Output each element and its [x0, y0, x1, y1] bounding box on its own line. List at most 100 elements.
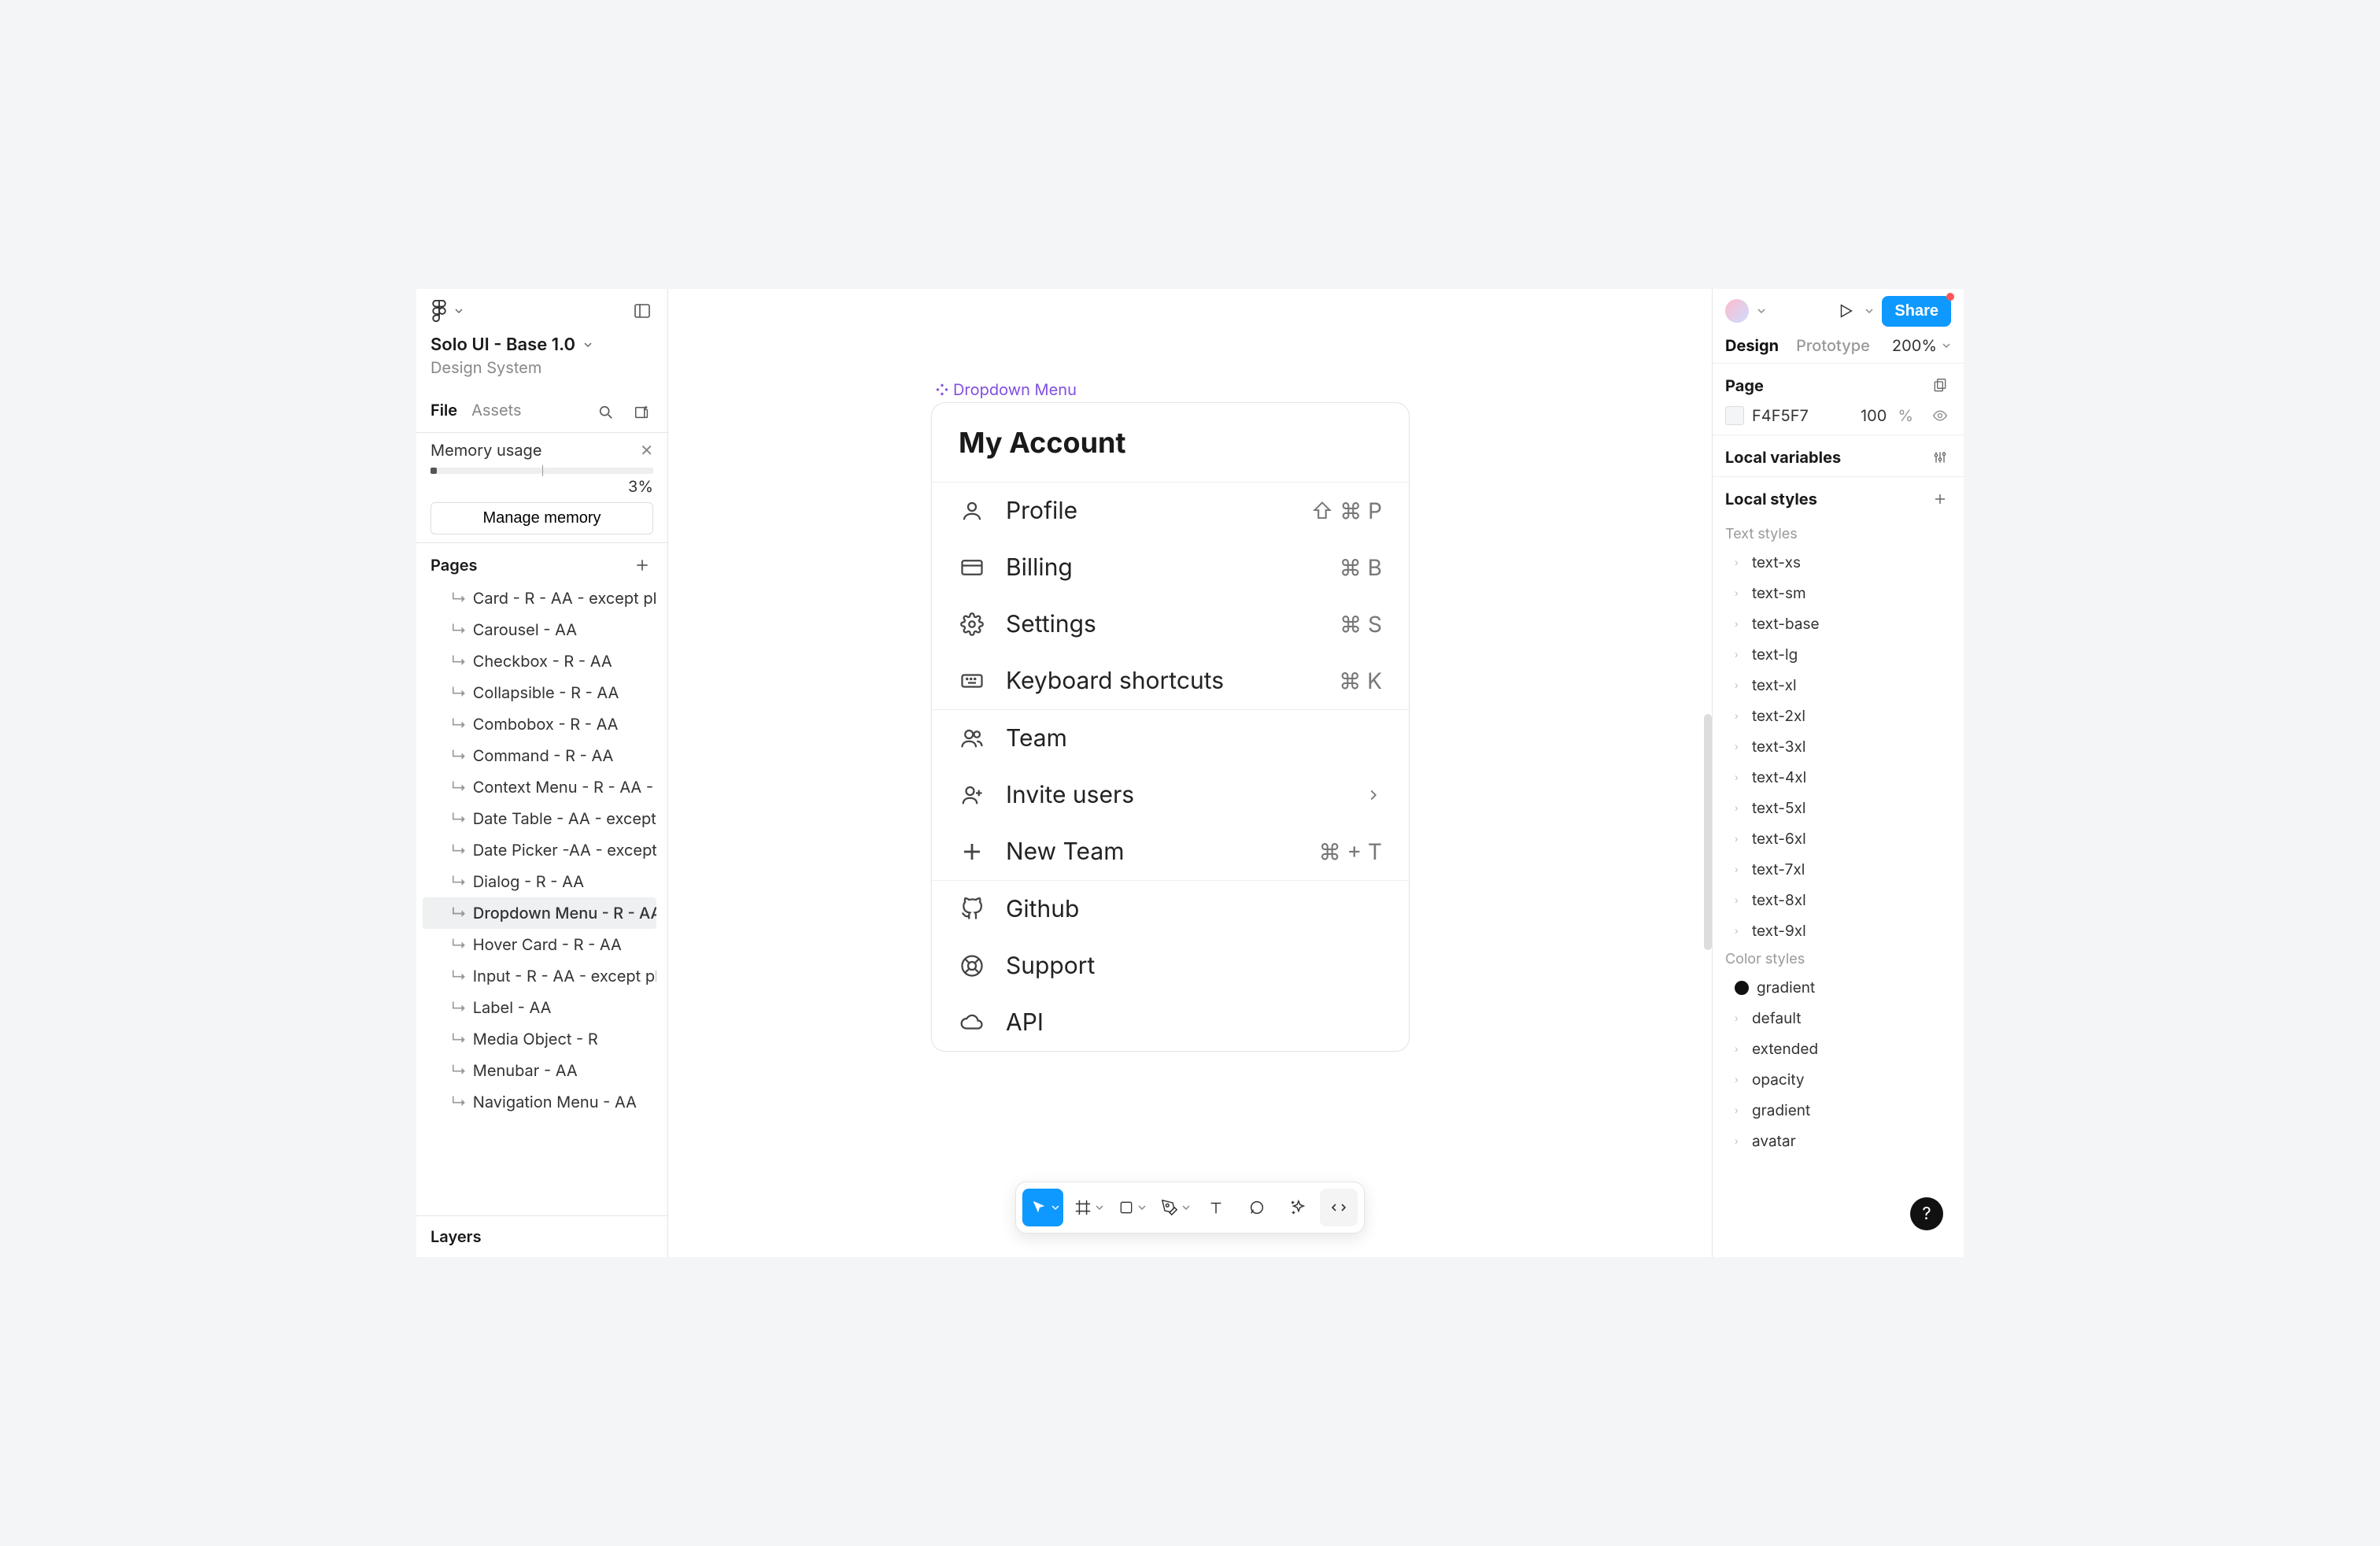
tab-prototype[interactable]: Prototype: [1796, 336, 1870, 355]
color-style-item[interactable]: ›extended: [1713, 1034, 1964, 1064]
move-tool[interactable]: [1022, 1189, 1063, 1226]
canvas[interactable]: Dropdown Menu My Account Profile⇧ ⌘ PBil…: [668, 289, 1712, 1257]
arrow-icon: ↳: [451, 746, 467, 765]
menu-item[interactable]: Team: [932, 710, 1409, 767]
page-item[interactable]: ↳Date Table - AA - except placeh…: [423, 803, 656, 834]
menu-item[interactable]: New Team⌘ + T: [932, 823, 1409, 880]
text-styles-heading: Text styles: [1713, 521, 1964, 547]
arrow-icon: ↳: [451, 998, 467, 1017]
style-item-label: default: [1752, 1009, 1801, 1027]
text-style-item[interactable]: ›text-6xl: [1713, 823, 1964, 854]
add-page-button[interactable]: [631, 554, 653, 576]
page-item[interactable]: ↳Media Object - R: [423, 1023, 656, 1055]
text-style-item[interactable]: ›text-8xl: [1713, 885, 1964, 915]
chevron-down-icon[interactable]: [1864, 306, 1874, 316]
visibility-toggle-icon[interactable]: [1929, 405, 1951, 427]
search-icon[interactable]: [595, 401, 617, 423]
text-style-item[interactable]: ›text-xs: [1713, 547, 1964, 578]
export-page-icon[interactable]: [1929, 375, 1951, 397]
share-button[interactable]: Share: [1882, 296, 1951, 327]
comment-tool[interactable]: [1238, 1189, 1276, 1226]
shape-tool[interactable]: [1111, 1189, 1150, 1226]
page-item[interactable]: ↳Collapsible - R - AA: [423, 677, 656, 708]
text-tool[interactable]: [1197, 1189, 1235, 1226]
page-item[interactable]: ↳Combobox - R - AA: [423, 708, 656, 740]
color-style-item[interactable]: ›opacity: [1713, 1064, 1964, 1095]
dev-mode-toggle[interactable]: [1320, 1189, 1358, 1226]
page-item[interactable]: ↳Input - R - AA - except placehol…: [423, 960, 656, 992]
page-item-label: Checkbox - R - AA: [473, 652, 612, 671]
app-frame: Solo UI - Base 1.0 Design System File As…: [416, 289, 1964, 1257]
file-project[interactable]: Design System: [431, 358, 653, 377]
tab-assets[interactable]: Assets: [471, 401, 521, 424]
menu-item[interactable]: Invite users: [932, 767, 1409, 823]
page-item[interactable]: ↳Date Picker -AA - except disabl…: [423, 834, 656, 866]
style-item-label: text-xs: [1752, 553, 1801, 571]
page-item[interactable]: ↳Navigation Menu - AA: [423, 1086, 656, 1118]
color-style-item[interactable]: ›avatar: [1713, 1126, 1964, 1156]
panel-layout-icon[interactable]: [631, 300, 653, 322]
add-page-icon[interactable]: [631, 401, 653, 423]
tab-file[interactable]: File: [431, 401, 457, 424]
page-item[interactable]: ↳Dropdown Menu - R - AA - exc…: [423, 897, 656, 929]
text-style-item[interactable]: ›text-base: [1713, 608, 1964, 639]
frame-label[interactable]: Dropdown Menu: [936, 380, 1077, 399]
menu-item[interactable]: API: [932, 994, 1409, 1051]
color-style-item[interactable]: ›gradient: [1713, 1095, 1964, 1126]
close-icon[interactable]: ✕: [640, 441, 653, 460]
manage-memory-button[interactable]: Manage memory: [431, 502, 653, 534]
page-item[interactable]: ↳Menubar - AA: [423, 1055, 656, 1086]
avatar[interactable]: [1725, 299, 1749, 323]
page-item[interactable]: ↳Context Menu - R - AA - except…: [423, 771, 656, 803]
menu-item[interactable]: Keyboard shortcuts⌘ K: [932, 653, 1409, 709]
scrollbar[interactable]: [1704, 714, 1712, 950]
text-style-item[interactable]: ›text-xl: [1713, 670, 1964, 701]
text-style-item[interactable]: ›text-2xl: [1713, 701, 1964, 731]
frame-tool[interactable]: [1066, 1189, 1107, 1226]
actions-tool[interactable]: [1279, 1189, 1317, 1226]
arrow-icon: ↳: [451, 778, 467, 797]
page-item[interactable]: ↳Command - R - AA: [423, 740, 656, 771]
page-background-row[interactable]: F4F5F7 100 %: [1725, 405, 1951, 427]
main-menu-button[interactable]: [431, 300, 464, 322]
page-item[interactable]: ↳Dialog - R - AA: [423, 866, 656, 897]
color-style-item[interactable]: ›default: [1713, 1003, 1964, 1034]
text-style-item[interactable]: ›text-5xl: [1713, 793, 1964, 823]
present-button[interactable]: [1835, 300, 1857, 322]
text-style-item[interactable]: ›text-9xl: [1713, 915, 1964, 946]
menu-item-label: Support: [1006, 952, 1382, 980]
dropdown-menu-card: My Account Profile⇧ ⌘ PBilling⌘ BSetting…: [931, 402, 1410, 1052]
variables-settings-icon[interactable]: [1929, 446, 1951, 468]
left-panel: Solo UI - Base 1.0 Design System File As…: [416, 289, 668, 1257]
page-item[interactable]: ↳Hover Card - R - AA: [423, 929, 656, 960]
text-style-item[interactable]: ›text-4xl: [1713, 762, 1964, 793]
menu-item[interactable]: Billing⌘ B: [932, 539, 1409, 596]
chevron-down-icon[interactable]: [1757, 306, 1766, 316]
page-item[interactable]: ↳Card - R - AA - except placehol…: [423, 583, 656, 614]
page-list[interactable]: ↳Card - R - AA - except placehol…↳Carous…: [416, 583, 667, 1215]
text-style-item[interactable]: ›text-sm: [1713, 578, 1964, 608]
menu-item[interactable]: Support: [932, 938, 1409, 994]
add-style-icon[interactable]: [1929, 488, 1951, 510]
text-style-item[interactable]: ›text-7xl: [1713, 854, 1964, 885]
zoom-control[interactable]: 200%: [1892, 336, 1951, 355]
menu-item[interactable]: Profile⇧ ⌘ P: [932, 483, 1409, 539]
menu-item[interactable]: Github: [932, 881, 1409, 938]
menu-item[interactable]: Settings⌘ S: [932, 596, 1409, 653]
layers-header[interactable]: Layers: [416, 1215, 667, 1257]
page-item[interactable]: ↳Checkbox - R - AA: [423, 645, 656, 677]
color-hex[interactable]: F4F5F7: [1752, 406, 1853, 425]
help-button[interactable]: ?: [1910, 1197, 1943, 1230]
local-styles-section: Local styles: [1713, 477, 1964, 518]
color-style-item[interactable]: gradient: [1713, 972, 1964, 1003]
pen-tool[interactable]: [1153, 1189, 1194, 1226]
tab-design[interactable]: Design: [1725, 336, 1779, 355]
text-style-item[interactable]: ›text-3xl: [1713, 731, 1964, 762]
color-opacity[interactable]: 100: [1861, 406, 1887, 425]
page-item[interactable]: ↳Carousel - AA: [423, 614, 656, 645]
chevron-down-icon[interactable]: [583, 340, 593, 350]
page-item[interactable]: ↳Label - AA: [423, 992, 656, 1023]
file-title[interactable]: Solo UI - Base 1.0: [431, 335, 575, 355]
color-swatch[interactable]: [1725, 406, 1744, 425]
text-style-item[interactable]: ›text-lg: [1713, 639, 1964, 670]
